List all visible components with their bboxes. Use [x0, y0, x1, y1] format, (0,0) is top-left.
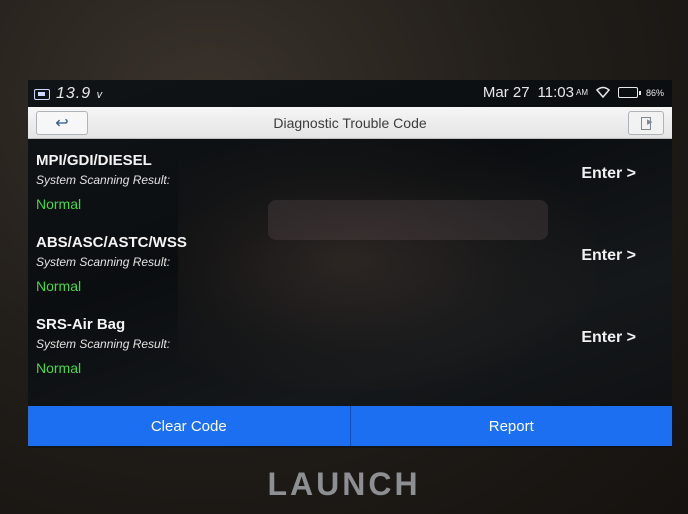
system-name: MPI/GDI/DIESEL [36, 152, 152, 169]
page-title: Diagnostic Trouble Code [273, 115, 427, 131]
status-bar-right: Mar 27 11:03 AM 86% [483, 84, 664, 101]
report-button[interactable]: Report [351, 406, 673, 446]
system-status: Normal [36, 278, 82, 294]
exit-icon [641, 115, 653, 130]
title-bar: ↩ Diagnostic Trouble Code [28, 107, 672, 139]
voltage-unit: v [96, 89, 104, 101]
system-list: MPI/GDI/DIESEL System Scanning Result: N… [28, 142, 672, 400]
system-status: Normal [36, 196, 82, 212]
wifi-icon [595, 86, 611, 100]
action-bar: Clear Code Report [28, 406, 672, 446]
system-scan-label: System Scanning Result: [36, 255, 171, 269]
car-battery-icon [34, 88, 50, 100]
enter-button[interactable]: Enter > [581, 329, 636, 347]
voltage-readout: 13.9 v [56, 85, 103, 103]
voltage-value: 13.9 [56, 85, 92, 102]
system-name: ABS/ASC/ASTC/WSS [36, 234, 187, 251]
enter-button[interactable]: Enter > [581, 247, 636, 265]
clear-code-button[interactable]: Clear Code [28, 406, 350, 446]
system-status: Normal [36, 360, 82, 376]
status-time: 11:03 [537, 84, 574, 101]
battery-icon [617, 87, 641, 98]
system-scan-label: System Scanning Result: [36, 173, 171, 187]
system-name: SRS-Air Bag [36, 316, 126, 333]
status-ampm: AM [575, 88, 588, 97]
system-row-srs[interactable]: SRS-Air Bag System Scanning Result: Norm… [28, 306, 672, 386]
system-row-abs[interactable]: ABS/ASC/ASTC/WSS System Scanning Result:… [28, 224, 672, 304]
exit-button[interactable] [628, 111, 664, 135]
brand-logo: LAUNCH [267, 466, 421, 502]
status-date: Mar 27 [482, 84, 530, 101]
enter-button[interactable]: Enter > [581, 165, 636, 183]
system-scan-label: System Scanning Result: [36, 337, 171, 351]
device-frame: 13.9 v Mar 27 11:03 AM 86% ↩ Diagnostic … [0, 0, 688, 514]
tablet-screen: 13.9 v Mar 27 11:03 AM 86% ↩ Diagnostic … [28, 80, 672, 448]
system-row-mpi[interactable]: MPI/GDI/DIESEL System Scanning Result: N… [28, 142, 672, 222]
status-bar: 13.9 v Mar 27 11:03 AM 86% [28, 80, 672, 106]
status-battery-percent: 86% [645, 87, 664, 98]
status-bar-left: 13.9 v [34, 85, 103, 103]
